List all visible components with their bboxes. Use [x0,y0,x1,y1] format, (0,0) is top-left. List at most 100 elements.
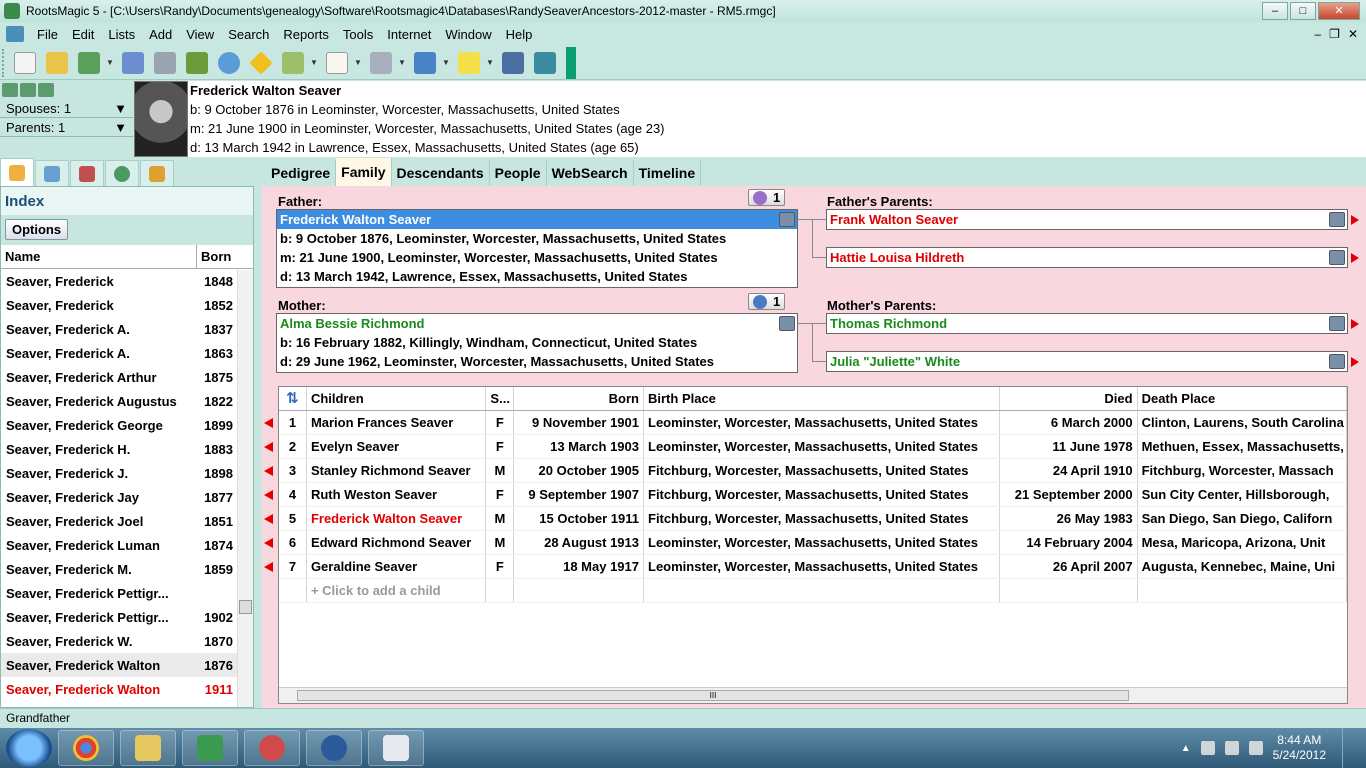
child-row[interactable]: 1 Marion Frances Seaver F 9 November 1901 Le… [279,411,1347,435]
edit-person-button[interactable] [118,49,148,77]
index-row[interactable]: Seaver, Frederick M. 1859 [1,557,253,581]
menu-reports[interactable]: Reports [276,27,336,42]
clock[interactable]: 8:44 AM 5/24/2012 [1273,733,1326,763]
arrow-right-icon[interactable] [1351,319,1359,329]
arrow-left-icon[interactable] [264,418,273,428]
mother-spouses-badge[interactable]: 1 [748,293,786,310]
print-button[interactable] [150,49,180,77]
index-row[interactable]: Seaver, Frederick Pettigr... 1902 [1,605,253,629]
taskbar-snipping[interactable] [244,730,300,766]
child-row[interactable]: 5 Frederick Walton Seaver M 15 October 1911… [279,507,1347,531]
menu-file[interactable]: File [30,27,65,42]
chevron-down-icon[interactable]: ▼ [486,58,494,67]
sources-button[interactable] [182,49,212,77]
fathers-mother-name[interactable]: Hattie Louisa Hildreth [827,248,1347,267]
parents-dropdown[interactable]: Parents: 1 ▼ [0,119,133,137]
maximize-button[interactable]: □ [1290,2,1316,20]
index-row[interactable]: Seaver, Frederick J. 1898 [1,461,253,485]
notes-button[interactable] [454,49,484,77]
father-spouses-badge[interactable]: 1 [748,189,786,206]
mothers-father-box[interactable]: Thomas Richmond [826,313,1348,334]
panel-splitter[interactable] [254,158,262,708]
close-button[interactable]: ✕ [1318,2,1360,20]
mother-name[interactable]: Alma Bessie Richmond [277,314,797,333]
arrow-left-icon[interactable] [264,466,273,476]
index-scrollbar[interactable] [237,270,253,707]
index-row[interactable]: Seaver, Frederick Augustus 1822 [1,389,253,413]
index-row[interactable]: Seaver, Frederick A. 1863 [1,341,253,365]
chevron-down-icon[interactable]: ▼ [398,58,406,67]
mother-box[interactable]: Alma Bessie Richmond b: 16 February 1882… [276,313,798,373]
tree-icon[interactable] [1329,316,1345,331]
child-row[interactable]: 6 Edward Richmond Seaver M 28 August 1913 Le… [279,531,1347,555]
search-button[interactable] [214,49,244,77]
chevron-down-icon[interactable]: ▼ [310,58,318,67]
document-restore-button[interactable]: ❐ [1329,27,1340,41]
index-row[interactable]: Seaver, Frederick Joel 1851 [1,509,253,533]
index-row[interactable]: Seaver, Frederick 1852 [1,293,253,317]
add-child-link[interactable]: + Click to add a child [307,579,487,602]
tab-pedigree[interactable]: Pedigree [266,160,337,186]
menu-internet[interactable]: Internet [380,27,438,42]
person-photo[interactable] [134,81,188,157]
new-file-button[interactable] [10,49,40,77]
arrow-left-icon[interactable] [264,538,273,548]
edit-view-icon[interactable] [38,83,54,97]
document-close-button[interactable]: ✕ [1348,27,1358,41]
index-row[interactable]: Seaver, Frederick Pettigr... [1,581,253,605]
father-box[interactable]: Frederick Walton Seaver b: 9 October 187… [276,209,798,288]
navigate-button[interactable] [246,49,276,77]
col-death-place[interactable]: Death Place [1138,387,1347,410]
col-died[interactable]: Died [1000,387,1138,410]
certificate-button[interactable] [322,49,352,77]
arrow-right-icon[interactable] [1351,215,1359,225]
menu-view[interactable]: View [179,27,221,42]
index-row[interactable]: Seaver, Frederick Luman 1874 [1,533,253,557]
index-row[interactable]: Seaver, Frederick Jay 1877 [1,485,253,509]
menu-help[interactable]: Help [499,27,540,42]
fathers-father-box[interactable]: Frank Walton Seaver [826,209,1348,230]
index-col-name[interactable]: Name [1,245,197,268]
tree-icon[interactable] [1329,212,1345,227]
child-row[interactable]: 4 Ruth Weston Seaver F 9 September 1907 Fitc… [279,483,1347,507]
arrow-left-icon[interactable] [264,490,273,500]
tree-icon[interactable] [1329,354,1345,369]
open-file-button[interactable] [42,49,72,77]
options-button[interactable]: Options [5,219,69,240]
col-sex[interactable]: S... [486,387,515,410]
tray-expand-icon[interactable]: ▲ [1181,743,1191,754]
tree-icon[interactable] [779,316,795,331]
list-view-icon[interactable] [20,83,36,97]
add-child-row[interactable]: + Click to add a child [279,579,1347,603]
menu-lists[interactable]: Lists [101,27,142,42]
volume-icon[interactable] [1248,741,1263,755]
index-row[interactable]: Seaver, Frederick Arthur 1875 [1,365,253,389]
index-row[interactable]: Seaver, Frederick H. 1883 [1,437,253,461]
spouses-dropdown[interactable]: Spouses: 1 ▼ [0,100,133,118]
col-birth-place[interactable]: Birth Place [644,387,1000,410]
mothers-mother-name[interactable]: Julia "Juliette" White [827,352,1347,371]
tab-people[interactable]: People [490,160,547,186]
tab-history[interactable] [105,160,139,186]
child-row[interactable]: 2 Evelyn Seaver F 13 March 1903 Leominster, … [279,435,1347,459]
add-person-button[interactable] [74,49,104,77]
publisher-button[interactable] [410,49,440,77]
chevron-down-icon[interactable]: ▼ [442,58,450,67]
arrow-right-icon[interactable] [1351,253,1359,263]
fathers-mother-box[interactable]: Hattie Louisa Hildreth [826,247,1348,268]
mothers-father-name[interactable]: Thomas Richmond [827,314,1347,333]
index-row[interactable]: Seaver, Frederick Walton 1876 [1,653,253,677]
menu-window[interactable]: Window [438,27,498,42]
flag-icon[interactable] [1200,741,1215,755]
index-scroll-thumb[interactable] [239,600,252,614]
col-children[interactable]: Children [307,387,487,410]
sort-children-button[interactable]: ⇅ [279,387,307,410]
arrow-left-icon[interactable] [264,562,273,572]
bookmark-button[interactable] [278,49,308,77]
chevron-down-icon[interactable]: ▼ [106,58,114,67]
menu-edit[interactable]: Edit [65,27,101,42]
document-icon[interactable] [6,26,24,42]
index-row[interactable]: Seaver, Frederick A. 1837 [1,317,253,341]
media-button[interactable] [366,49,396,77]
tree-icon[interactable] [1329,250,1345,265]
